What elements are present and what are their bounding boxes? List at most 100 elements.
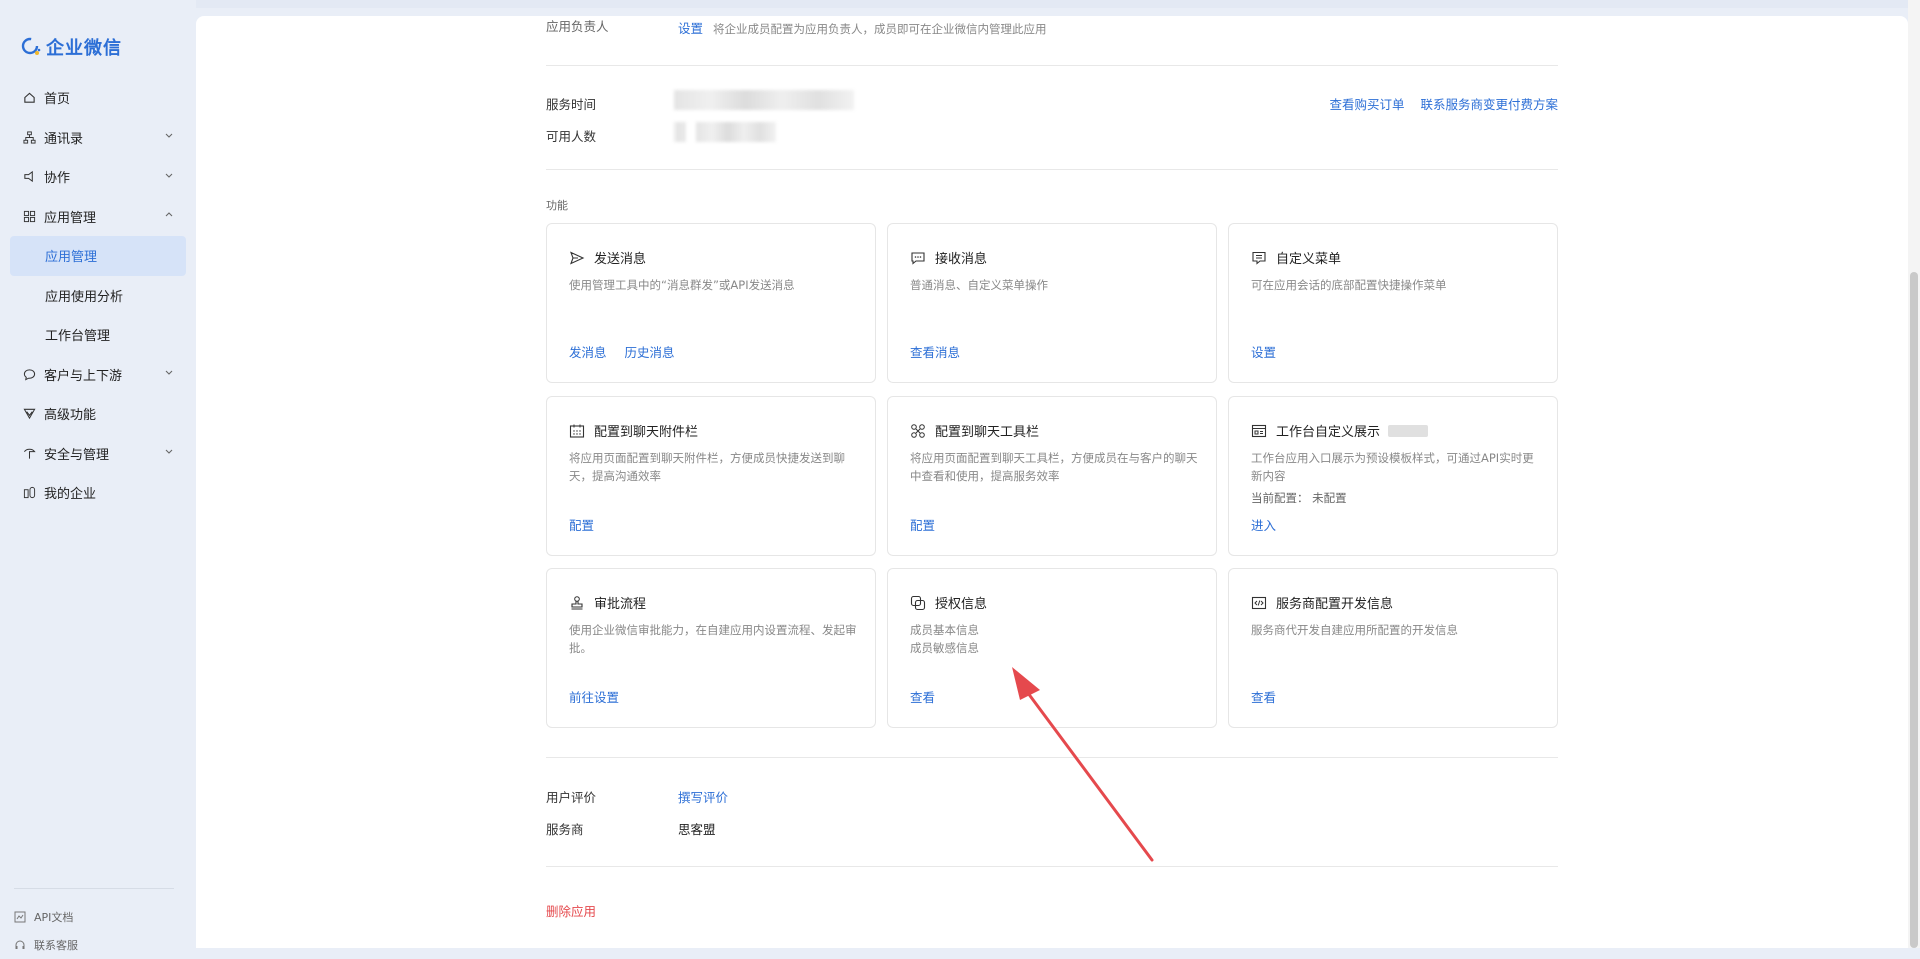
app-owner-label: 应用负责人 [546,19,609,34]
sidebar-item-label: 我的企业 [44,487,97,503]
api-doc-icon [14,911,26,923]
chevron-down-icon [164,169,174,184]
sidebar-item-contacts[interactable]: 通讯录 [10,118,186,158]
member-sensitive-info: 成员敏感信息 [910,641,979,655]
feature-card-desc: 将应用页面配置到聊天工具栏，方便成员在与客户的聊天中查看和使用，提高服务效率 [910,451,1198,483]
service-actions: 查看购买订单 联系服务商变更付费方案 [1329,94,1558,113]
support-link[interactable]: 联系客服 [14,931,174,959]
brand-logo[interactable]: 企业微信 [20,34,122,60]
attachment-grid-icon [569,423,585,439]
collab-icon [22,170,36,184]
apps-icon [22,209,36,223]
feature-card-chat-attachment: 配置到聊天附件栏 将应用页面配置到聊天附件栏，方便成员快捷发送到聊天，提高沟通效… [546,396,876,556]
available-users-value-redacted-2 [696,122,776,142]
company-icon [22,486,36,500]
workbench-icon [1251,423,1267,439]
menu-icon [1251,250,1267,266]
sidebar-subitem-app-usage-analysis[interactable]: 应用使用分析 [10,276,186,316]
feature-card-provider-dev-info: 服务商配置开发信息 服务商代开发自建应用所配置的开发信息 查看 [1228,568,1558,728]
delete-app-button[interactable]: 删除应用 [546,901,596,920]
configure-attachment-link[interactable]: 配置 [569,515,594,534]
sidebar-footer: API文档 联系客服 [14,888,174,959]
home-icon [22,91,36,105]
feature-card-chat-toolbar: 配置到聊天工具栏 将应用页面配置到聊天工具栏，方便成员在与客户的聊天中查看和使用… [887,396,1217,556]
sidebar-item-label: 高级功能 [44,408,97,424]
sidebar-item-advanced[interactable]: 高级功能 [10,394,186,434]
view-dev-info-link[interactable]: 查看 [1251,687,1276,706]
support-label: 联系客服 [34,939,78,952]
api-doc-link[interactable]: API文档 [14,903,174,931]
code-icon [1251,595,1267,611]
sidebar-item-label: 应用使用分析 [45,289,124,305]
sidebar-item-label: 通讯录 [44,131,84,147]
service-time-value-redacted [674,90,854,110]
sidebar-item-home[interactable]: 首页 [10,78,186,118]
feature-card-desc: 使用管理工具中的“消息群发”或API发送消息 [569,278,795,292]
feature-card-title: 接收消息 [935,252,988,267]
feature-card-title: 配置到聊天附件栏 [594,425,699,440]
sidebar-item-app-management[interactable]: 应用管理 [10,197,186,237]
feature-card-desc: 普通消息、自定义菜单操作 [910,278,1048,292]
toolbar-icon [910,423,926,439]
feature-card-desc: 可在应用会话的底部配置快捷操作菜单 [1251,278,1447,292]
main-panel: 应用负责人 设置 将企业成员配置为应用负责人，成员即可在企业微信内管理此应用 服… [196,16,1908,948]
provider-label: 服务商 [546,822,584,837]
sidebar-item-label: 协作 [44,171,71,187]
feature-card-desc: 成员基本信息 [910,623,979,637]
chevron-down-icon [164,130,174,145]
enter-workbench-link[interactable]: 进入 [1251,515,1276,534]
feature-card-workbench-display: 工作台自定义展示 工作台应用入口展示为预设模板样式，可通过API实时更新内容 当… [1228,396,1558,556]
sidebar-item-collab[interactable]: 协作 [10,157,186,197]
view-messages-link[interactable]: 查看消息 [910,342,960,361]
chevron-up-icon [164,209,174,224]
send-icon [569,250,585,266]
workbench-current-config: 当前配置： 未配置 [1251,491,1347,505]
feature-card-approval: 审批流程 使用企业微信审批能力，在自建应用内设置流程、发起审批。 前往设置 [546,568,876,728]
service-time-label: 服务时间 [546,97,597,112]
app-owner-actions: 设置 将企业成员配置为应用负责人，成员即可在企业微信内管理此应用 [678,18,1047,37]
sidebar-item-label: 工作台管理 [45,329,111,345]
feature-card-desc: 将应用页面配置到聊天附件栏，方便成员快捷发送到聊天，提高沟通效率 [569,451,845,483]
contact-provider-link[interactable]: 联系服务商变更付费方案 [1420,97,1558,112]
send-message-link[interactable]: 发消息 [569,342,607,361]
app-owner-set-button[interactable]: 设置 [678,21,703,36]
wecom-logo-icon [20,36,42,58]
feature-card-title: 授权信息 [935,597,988,612]
advanced-icon [22,407,36,421]
configure-toolbar-link[interactable]: 配置 [910,515,935,534]
view-authorization-link[interactable]: 查看 [910,687,935,706]
write-review-link[interactable]: 撰写评价 [678,787,728,806]
message-history-link[interactable]: 历史消息 [625,342,675,361]
redacted-badge [1388,424,1429,437]
app-owner-row: 应用负责人 [546,16,609,35]
custom-menu-settings-link[interactable]: 设置 [1251,342,1276,361]
security-icon [22,446,36,460]
app-owner-desc: 将企业成员配置为应用负责人，成员即可在企业微信内管理此应用 [713,22,1047,36]
sidebar-subitem-app-management[interactable]: 应用管理 [10,236,186,276]
sidebar-item-label: 安全与管理 [44,447,110,463]
scrollbar-thumb[interactable] [1910,272,1918,948]
approval-settings-link[interactable]: 前往设置 [569,687,619,706]
view-orders-link[interactable]: 查看购买订单 [1329,97,1404,112]
chevron-down-icon [164,446,174,461]
chat-icon [22,367,36,381]
sidebar-subitem-workbench-management[interactable]: 工作台管理 [10,315,186,355]
feature-card-desc: 使用企业微信审批能力，在自建应用内设置流程、发起审批。 [569,623,857,655]
sidebar-item-security[interactable]: 安全与管理 [10,434,186,474]
divider [546,757,1558,758]
api-doc-label: API文档 [34,911,74,924]
feature-card-title: 自定义菜单 [1276,252,1342,267]
feature-card-title: 审批流程 [594,597,647,612]
divider [546,65,1558,66]
feature-card-desc: 工作台应用入口展示为预设模板样式，可通过API实时更新内容 [1251,451,1534,483]
feature-card-title: 发送消息 [594,252,647,267]
sidebar-item-my-company[interactable]: 我的企业 [10,473,186,513]
feature-card-receive-message: 接收消息 普通消息、自定义菜单操作 查看消息 [887,223,1217,383]
sidebar-item-label: 客户与上下游 [44,368,123,384]
divider [546,169,1558,170]
sidebar-item-customers[interactable]: 客户与上下游 [10,355,186,395]
feature-card-title: 配置到聊天工具栏 [935,425,1040,440]
available-users-label: 可用人数 [546,129,597,144]
page-scrollbar[interactable] [1908,0,1920,948]
top-band [0,0,1920,8]
